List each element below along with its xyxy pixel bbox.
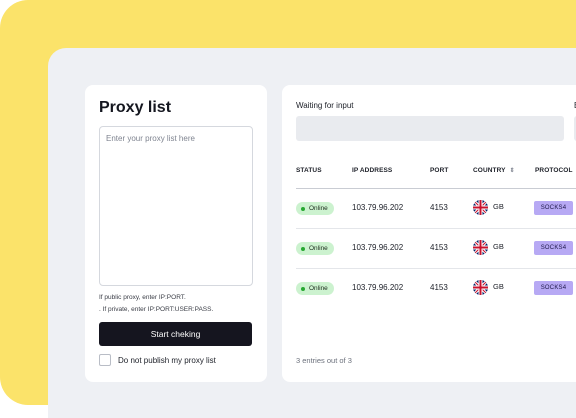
port-cell: 4153 [430, 203, 448, 212]
results-panel: Waiting for input E STATUS IP ADDRESS PO… [282, 85, 576, 382]
column-header-status[interactable]: STATUS [296, 167, 322, 174]
do-not-publish-checkbox[interactable] [99, 354, 111, 366]
uk-flag-icon [473, 240, 488, 255]
private-proxy-hint: . If private, enter IP:PORT:USER:PASS. [99, 306, 214, 313]
country-code: GB [493, 242, 504, 251]
column-header-protocol[interactable]: PROTOCOL [535, 167, 573, 174]
status-text: Online [309, 285, 328, 292]
entries-count: 3 entries out of 3 [296, 356, 352, 365]
online-dot-icon [301, 246, 305, 251]
protocol-badge: SOCKS4 [534, 201, 573, 215]
table-row[interactable]: Online 103.79.96.202 4153 GB SOCKS4 [282, 189, 576, 229]
uk-flag-icon [473, 200, 488, 215]
do-not-publish-label: Do not publish my proxy list [118, 355, 216, 365]
status-badge: Online [296, 282, 334, 295]
protocol-badge: SOCKS4 [534, 241, 573, 255]
status-badge: Online [296, 202, 334, 215]
ip-address-cell: 103.79.96.202 [352, 243, 404, 252]
public-proxy-hint: If public proxy, enter IP:PORT. [99, 294, 186, 301]
protocol-badge: SOCKS4 [534, 281, 573, 295]
sort-updown-icon[interactable]: ⇕ [510, 167, 515, 174]
status-text: Online [309, 205, 328, 212]
table-row[interactable]: Online 103.79.96.202 4153 GB SOCKS4 [282, 269, 576, 309]
ip-address-cell: 103.79.96.202 [352, 203, 404, 212]
progress-input-bar [296, 116, 564, 141]
ip-address-cell: 103.79.96.202 [352, 283, 404, 292]
proxy-list-placeholder: Enter your proxy list here [106, 134, 195, 143]
online-dot-icon [301, 206, 305, 211]
proxy-list-panel: Proxy list Enter your proxy list here If… [85, 85, 267, 382]
uk-flag-icon [473, 280, 488, 295]
column-header-ip-address[interactable]: IP ADDRESS [352, 167, 392, 174]
proxy-list-textarea[interactable]: Enter your proxy list here [99, 126, 253, 286]
status-text: Online [309, 245, 328, 252]
country-code: GB [493, 282, 504, 291]
table-row[interactable]: Online 103.79.96.202 4153 GB SOCKS4 [282, 229, 576, 269]
proxy-list-title: Proxy list [99, 99, 172, 116]
waiting-label: Waiting for input [296, 101, 354, 110]
country-code: GB [493, 202, 504, 211]
column-header-port[interactable]: PORT [430, 167, 448, 174]
port-cell: 4153 [430, 243, 448, 252]
publish-checkbox-row[interactable]: Do not publish my proxy list [99, 354, 216, 366]
port-cell: 4153 [430, 283, 448, 292]
status-badge: Online [296, 242, 334, 255]
column-header-country[interactable]: COUNTRY ⇕ [473, 167, 515, 174]
start-checking-button[interactable]: Start cheking [99, 322, 252, 346]
column-header-country-label: COUNTRY [473, 167, 506, 174]
online-dot-icon [301, 286, 305, 291]
